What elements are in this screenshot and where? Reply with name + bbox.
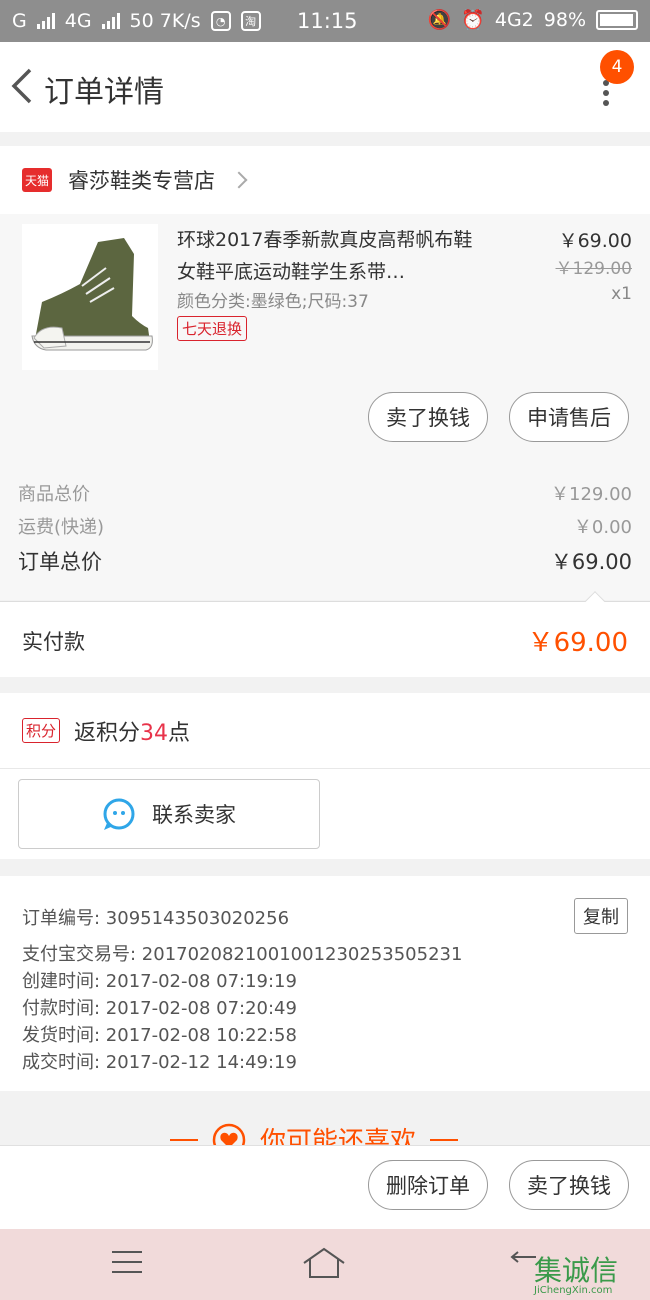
- sneaker-image: [31, 238, 153, 351]
- tmall-icon: 天猫: [22, 168, 52, 192]
- product-sku: 颜色分类:墨绿色;尺码:37: [177, 292, 369, 312]
- page-title: 订单详情: [44, 75, 164, 110]
- points-prefix: 返积分: [74, 720, 141, 746]
- actual-payment: 实付款 ￥69.00: [0, 591, 650, 677]
- points-tag: 积分: [22, 718, 61, 743]
- product-quantity: x1: [611, 284, 632, 304]
- alipay-number: 支付宝交易号: 2017020821001001230253505231: [22, 944, 463, 965]
- bottom-action-bar: 删除订单 卖了换钱: [0, 1145, 650, 1229]
- goods-total-label: 商品总价: [18, 484, 90, 505]
- divider-right: [430, 1138, 459, 1141]
- points-text: 返积分34点: [74, 715, 190, 747]
- battery-percent: 98%: [543, 8, 586, 31]
- signal-icon-2: [101, 13, 120, 29]
- paid-time: 付款时间: 2017-02-08 07:20:49: [22, 998, 297, 1019]
- created-time: 创建时间: 2017-02-08 07:19:19: [22, 971, 297, 992]
- divider-left: [170, 1138, 198, 1141]
- contact-seller-button[interactable]: 联系卖家: [18, 779, 320, 849]
- points-row: 积分 返积分34点: [0, 693, 650, 769]
- home-icon[interactable]: [302, 1247, 346, 1279]
- recommend-header: 你可能还喜欢: [0, 1091, 650, 1151]
- actual-payment-value: ￥69.00: [527, 628, 628, 658]
- network-label: 4G: [64, 10, 92, 32]
- status-bar: G 4G 50 7K/s ◔ 淘 11:15 🔕 ⏰ 4G2 98%: [0, 0, 650, 42]
- product-title[interactable]: 环球2017春季新款真皮高帮帆布鞋女鞋平底运动鞋学生系带…: [177, 224, 477, 288]
- back-arrow-icon[interactable]: [8, 66, 38, 106]
- order-total-value: ￥69.00: [550, 550, 632, 574]
- taobao-icon: 淘: [240, 11, 261, 31]
- shipping-label: 运费(快递): [18, 517, 105, 538]
- clock: 11:15: [297, 9, 358, 33]
- points-suffix: 点: [168, 720, 191, 746]
- delete-order-button[interactable]: 删除订单: [368, 1160, 488, 1210]
- shipped-time: 发货时间: 2017-02-08 10:22:58: [22, 1025, 297, 1046]
- seven-day-return-tag: 七天退换: [177, 316, 248, 341]
- after-sale-button[interactable]: 申请售后: [509, 392, 629, 442]
- speed-label: 50 7K/s: [129, 10, 201, 32]
- product-price: ￥69.00: [558, 230, 632, 252]
- order-number: 订单编号: 3095143503020256: [22, 908, 290, 929]
- order-info: 订单编号: 3095143503020256 支付宝交易号: 201702082…: [0, 876, 650, 1091]
- battery-icon: [596, 9, 638, 30]
- alarm-icon: ⏰: [461, 9, 485, 31]
- watermark-text: 集诚信: [534, 1254, 619, 1287]
- contact-section: 联系卖家: [0, 769, 650, 859]
- watermark-sub: JiChengXin.com: [534, 1285, 613, 1296]
- completed-time: 成交时间: 2017-02-12 14:49:19: [22, 1052, 297, 1073]
- shop-name: 睿莎鞋类专营店: [68, 169, 215, 193]
- shipping-value: ￥0.00: [573, 517, 632, 538]
- order-total-row: 订单总价 ￥69.00: [18, 546, 632, 576]
- carrier-label: G: [12, 10, 27, 32]
- shop-row[interactable]: 天猫 睿莎鞋类专营店: [0, 146, 650, 214]
- system-nav-bar: 集诚信 JiChengXin.com: [0, 1229, 650, 1300]
- goods-total-value: ￥129.00: [551, 484, 632, 505]
- price-summary: 商品总价 ￥129.00 运费(快递) ￥0.00 订单总价 ￥69.00: [0, 458, 650, 600]
- product-image[interactable]: [22, 224, 158, 370]
- notification-badge: 4: [600, 50, 634, 84]
- product-original-price: ￥129.00: [555, 259, 632, 279]
- mute-icon: 🔕: [427, 9, 452, 31]
- order-total-label: 订单总价: [18, 550, 102, 574]
- qq-icon: ◔: [210, 11, 231, 31]
- network-type: 4G2: [494, 8, 534, 31]
- chevron-right-icon: [230, 171, 248, 189]
- chat-bubble-icon: [103, 798, 135, 830]
- points-count: 34: [140, 720, 169, 746]
- menu-icon[interactable]: [112, 1251, 142, 1281]
- product-card: 环球2017春季新款真皮高帮帆布鞋女鞋平底运动鞋学生系带… 颜色分类:墨绿色;尺…: [0, 214, 650, 458]
- contact-seller-label: 联系卖家: [152, 803, 236, 827]
- copy-button[interactable]: 复制: [574, 898, 628, 934]
- goods-total-row: 商品总价 ￥129.00: [18, 480, 632, 506]
- signal-icon: [36, 13, 55, 29]
- sell-item-button[interactable]: 卖了换钱: [368, 392, 488, 442]
- shipping-row: 运费(快递) ￥0.00: [18, 513, 632, 539]
- watermark-logo: 集诚信 JiChengXin.com: [534, 1249, 618, 1296]
- nav-bar: 订单详情: [0, 42, 650, 132]
- actual-payment-label: 实付款: [22, 630, 85, 654]
- sell-item-button-bottom[interactable]: 卖了换钱: [509, 1160, 629, 1210]
